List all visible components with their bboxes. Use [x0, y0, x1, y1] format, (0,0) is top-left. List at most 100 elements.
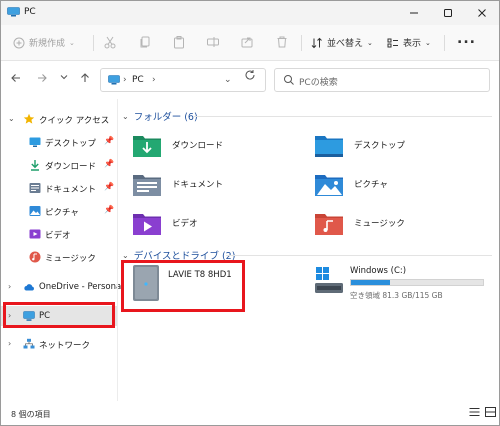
documents-folder-icon [29, 183, 41, 193]
view-icon [387, 38, 398, 47]
window-title: PC [24, 7, 36, 17]
chevron-down-icon: ⌄ [425, 38, 431, 47]
sidebar-item-documents[interactable]: ドキュメント 📌 [1, 178, 117, 198]
drive-tile-windows-c[interactable]: Windows (C:) 空き領域 81.3 GB/115 GB [314, 266, 494, 306]
sidebar-item-pictures[interactable]: ピクチャ 📌 [1, 201, 117, 221]
download-folder-icon [31, 160, 39, 171]
share-icon[interactable] [239, 35, 255, 51]
folder-tile-videos[interactable]: ビデオ [132, 206, 302, 240]
chevron-right-icon[interactable]: › [8, 339, 11, 348]
music-folder-icon [29, 251, 41, 263]
paste-icon[interactable] [171, 35, 187, 51]
documents-folder-icon [133, 175, 161, 196]
chevron-down-icon: ⌄ [69, 38, 75, 47]
pin-icon: 📌 [104, 182, 114, 191]
section-divider [194, 116, 492, 117]
cut-icon[interactable] [102, 35, 118, 51]
sidebar-item-network[interactable]: › ネットワーク [1, 334, 117, 354]
sidebar-item-label: ネットワーク [39, 341, 91, 351]
details-view-icon [469, 408, 479, 416]
desktop-folder-icon [29, 137, 41, 147]
up-button[interactable] [78, 72, 92, 86]
network-icon [23, 338, 35, 349]
address-history-button[interactable]: ⌄ [224, 75, 232, 85]
folder-label: ダウンロード [172, 141, 224, 151]
music-folder-icon [315, 214, 343, 235]
sort-button-label: 並べ替え [327, 39, 364, 49]
sidebar-item-onedrive[interactable]: › OneDrive - Personal [1, 277, 124, 297]
drive-free-space: 空き領域 81.3 GB/115 GB [350, 291, 443, 300]
close-button[interactable] [465, 1, 499, 25]
drive-usage-fill [351, 280, 390, 285]
maximize-button[interactable] [431, 1, 465, 25]
windows-drive-icon [315, 267, 343, 293]
new-button[interactable]: 新規作成 ⌄ [13, 36, 75, 49]
sidebar-item-music[interactable]: ミュージック [1, 247, 117, 267]
details-view-button[interactable] [467, 407, 481, 419]
chevron-down-icon[interactable]: ⌄ [122, 112, 129, 121]
view-button[interactable]: 表示 ⌄ [387, 36, 431, 49]
folder-label: ピクチャ [354, 180, 388, 190]
content-pane: ⌄ フォルダー (6) ダウンロード デスクトップ ドキュメント ピクチャ ビデ… [118, 99, 499, 401]
more-options-button[interactable]: ... [457, 31, 476, 47]
new-button-label: 新規作成 [29, 39, 66, 49]
toolbar-divider [93, 35, 94, 51]
close-icon [478, 9, 486, 17]
sidebar-item-quick-access[interactable]: ⌄ クイック アクセス [1, 109, 117, 129]
view-button-label: 表示 [403, 39, 422, 49]
refresh-button[interactable] [240, 69, 260, 83]
back-button[interactable] [9, 72, 23, 86]
arrow-up-icon [81, 73, 89, 82]
chevron-down-icon [60, 75, 68, 80]
chevron-right-icon[interactable]: › [152, 75, 156, 85]
sidebar-item-downloads[interactable]: ダウンロード 📌 [1, 155, 117, 175]
folders-header-label: フォルダー (6) [133, 112, 198, 123]
minimize-button[interactable] [397, 1, 431, 25]
forward-button[interactable] [35, 72, 49, 86]
tiles-view-icon [484, 407, 496, 417]
search-box[interactable]: PCの検索 [274, 68, 490, 92]
sidebar-item-label: ピクチャ [45, 208, 79, 218]
tiles-view-button[interactable] [483, 407, 497, 419]
delete-icon[interactable] [274, 35, 290, 51]
folder-label: デスクトップ [354, 141, 406, 151]
pictures-folder-icon [315, 175, 343, 196]
address-location: PC [132, 75, 144, 85]
arrow-right-icon [38, 74, 47, 82]
item-count: 8 個の項目 [11, 410, 51, 419]
sidebar-item-desktop[interactable]: デスクトップ 📌 [1, 132, 117, 152]
chevron-right-icon[interactable]: › [8, 282, 11, 291]
folder-tile-downloads[interactable]: ダウンロード [132, 128, 302, 162]
sort-icon [311, 37, 322, 48]
recent-locations-button[interactable] [57, 72, 71, 86]
rename-icon[interactable] [205, 35, 221, 51]
copy-icon[interactable] [137, 35, 153, 51]
folder-tile-pictures[interactable]: ピクチャ [314, 167, 484, 201]
chevron-down-icon[interactable]: ⌄ [122, 251, 129, 260]
folder-label: ドキュメント [172, 180, 224, 190]
folder-tile-music[interactable]: ミュージック [314, 206, 484, 240]
maximize-icon [444, 9, 452, 17]
folder-tile-documents[interactable]: ドキュメント [132, 167, 302, 201]
sort-button[interactable]: 並べ替え ⌄ [311, 36, 373, 49]
toolbar-divider [301, 35, 302, 51]
search-icon [284, 75, 294, 85]
desktop-folder-icon [315, 136, 343, 157]
drive-label: Windows (C:) [350, 266, 407, 276]
folder-tile-desktop[interactable]: デスクトップ [314, 128, 484, 162]
sidebar-item-label: ミュージック [45, 254, 96, 264]
sidebar-item-label: ドキュメント [45, 185, 97, 195]
chevron-right-icon: › [123, 75, 127, 85]
chevron-down-icon[interactable]: ⌄ [8, 114, 15, 123]
minimize-icon [410, 12, 418, 14]
pin-icon: 📌 [104, 205, 114, 214]
navigation-row: › PC › ⌄ PCの検索 [1, 62, 499, 98]
sidebar-item-videos[interactable]: ビデオ [1, 224, 117, 244]
chevron-down-icon: ⌄ [367, 38, 373, 47]
pc-icon [7, 7, 20, 17]
arrow-left-icon [11, 74, 20, 82]
folders-section-header[interactable]: ⌄ フォルダー (6) [122, 109, 198, 124]
videos-folder-icon [133, 214, 161, 235]
sidebar-item-label: OneDrive - Personal [39, 282, 124, 292]
status-bar: 8 個の項目 [1, 401, 499, 425]
